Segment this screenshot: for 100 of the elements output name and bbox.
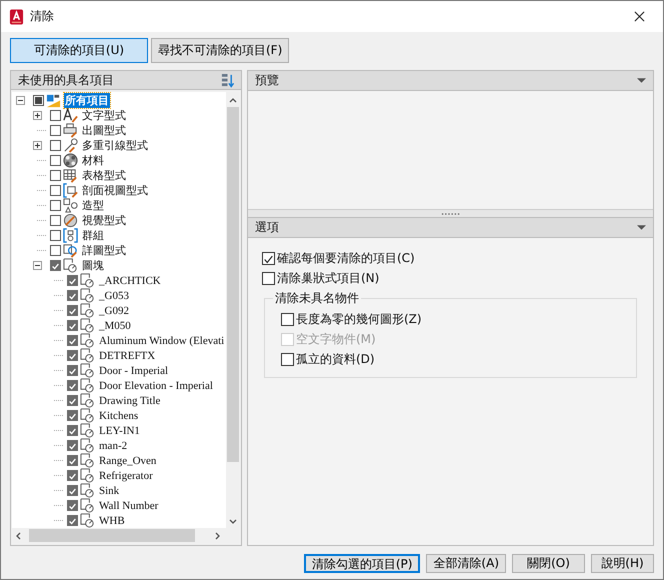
tree-item[interactable]: 剖面視圖型式 xyxy=(81,183,149,198)
collapse-icon[interactable] xyxy=(16,96,25,105)
tree-item[interactable]: Drawing Title xyxy=(98,394,162,406)
tree-item[interactable]: 造型 xyxy=(81,198,105,213)
dialog-button[interactable]: 說明(H) xyxy=(591,554,654,573)
checkbox[interactable] xyxy=(67,395,78,406)
block-icon xyxy=(80,303,95,318)
tree-item[interactable]: LEY-IN1 xyxy=(98,424,141,436)
shapes-icon xyxy=(63,198,78,213)
dialog-button[interactable]: 全部清除(A) xyxy=(426,554,506,573)
scroll-left-icon[interactable] xyxy=(16,532,21,540)
tree-item[interactable]: Wall Number xyxy=(98,500,160,512)
block-icon xyxy=(80,363,95,378)
tree-item[interactable]: 出圖型式 xyxy=(81,123,127,138)
expand-icon[interactable] xyxy=(33,141,42,150)
checkbox[interactable] xyxy=(67,365,78,376)
tree-item[interactable]: 文字型式 xyxy=(81,108,127,123)
dialog-button[interactable]: 清除勾選的項目(P) xyxy=(304,554,420,573)
checkbox-label: 長度為零的幾何圖形(Z) xyxy=(296,310,422,328)
checkbox[interactable] xyxy=(67,440,78,451)
tree-item[interactable]: DETREFTX xyxy=(98,350,156,362)
tree-item[interactable]: Aluminum Window (Elevati xyxy=(98,334,226,346)
checkbox[interactable] xyxy=(67,500,78,511)
block-icon xyxy=(80,393,95,408)
block-icon xyxy=(63,258,78,273)
tree-item[interactable]: Refrigerator xyxy=(98,470,154,482)
checkbox[interactable] xyxy=(67,455,78,466)
checkbox[interactable] xyxy=(67,425,78,436)
checkbox[interactable] xyxy=(67,515,78,526)
checkbox[interactable] xyxy=(50,155,61,166)
scroll-right-icon[interactable] xyxy=(215,532,220,540)
checkbox[interactable] xyxy=(50,230,61,241)
tree-item[interactable]: Door Elevation - Imperial xyxy=(98,380,214,392)
block-icon xyxy=(80,498,95,513)
visual-style-icon xyxy=(63,213,78,228)
tree-item[interactable]: 視覺型式 xyxy=(81,213,127,228)
checkbox[interactable] xyxy=(67,380,78,391)
checkbox[interactable] xyxy=(50,200,61,211)
checkbox[interactable] xyxy=(50,110,61,121)
tree-item[interactable]: Range_Oven xyxy=(98,454,158,466)
printer-icon xyxy=(63,123,78,138)
expand-icon[interactable] xyxy=(33,111,42,120)
sort-icon[interactable] xyxy=(221,72,234,88)
tree-item[interactable]: Sink xyxy=(98,484,120,496)
tab[interactable]: 尋找不可清除的項目(F) xyxy=(151,38,290,63)
tree-item[interactable]: 所有項目 xyxy=(64,93,110,108)
tree-item[interactable]: Kitchens xyxy=(98,410,140,422)
tree-item[interactable]: 表格型式 xyxy=(81,168,127,183)
checkbox[interactable] xyxy=(67,275,78,286)
checkbox[interactable] xyxy=(67,305,78,316)
scroll-down-icon[interactable] xyxy=(229,519,237,524)
window-title: 清除 xyxy=(30,8,55,25)
block-icon xyxy=(80,513,95,528)
close-icon[interactable] xyxy=(634,11,645,22)
drawing-icon xyxy=(46,93,61,108)
tree-item[interactable]: _G092 xyxy=(98,304,130,316)
tree-item[interactable]: _G053 xyxy=(98,290,130,302)
checkbox[interactable] xyxy=(67,350,78,361)
checkbox[interactable] xyxy=(50,170,61,181)
checkbox[interactable] xyxy=(50,125,61,136)
collapse-icon[interactable] xyxy=(33,261,42,270)
scroll-up-icon[interactable] xyxy=(229,98,237,103)
checkbox-label: 空文字物件(M) xyxy=(296,330,376,348)
block-icon xyxy=(80,423,95,438)
tree-item[interactable]: 群組 xyxy=(81,228,105,243)
checkbox[interactable] xyxy=(67,290,78,301)
block-icon xyxy=(80,408,95,423)
block-icon xyxy=(80,273,95,288)
checkbox[interactable] xyxy=(262,252,275,264)
checkbox[interactable] xyxy=(50,185,61,196)
tree-item[interactable]: Door - Imperial xyxy=(98,364,170,376)
dialog-button[interactable]: 關閉(O) xyxy=(512,554,585,573)
tree-item[interactable]: 多重引線型式 xyxy=(81,138,149,153)
checkbox[interactable] xyxy=(50,260,61,271)
tree-item[interactable]: 材料 xyxy=(81,153,105,168)
tree-item[interactable]: 圖塊 xyxy=(81,258,105,273)
checkbox[interactable] xyxy=(67,320,78,331)
tree-item[interactable]: _ARCHTICK xyxy=(98,274,162,286)
tree-item[interactable]: man-2 xyxy=(98,440,128,452)
group-icon xyxy=(63,228,78,243)
tree-item[interactable]: 詳圖型式 xyxy=(81,243,127,258)
checkbox[interactable] xyxy=(281,312,294,326)
checkbox[interactable] xyxy=(50,215,61,226)
checkbox[interactable] xyxy=(67,335,78,346)
checkbox[interactable] xyxy=(50,245,61,256)
app-icon xyxy=(9,8,24,24)
checkbox-label: 清除巢狀式項目(N) xyxy=(277,270,380,286)
tree-item[interactable]: WHB xyxy=(98,514,126,526)
tree-item[interactable]: _M050 xyxy=(98,320,132,332)
block-icon xyxy=(80,348,95,363)
checkbox[interactable] xyxy=(67,470,78,481)
checkbox[interactable] xyxy=(262,272,275,284)
collapse-icon[interactable] xyxy=(637,78,646,84)
panel-title: 選項 xyxy=(255,219,279,236)
collapse-icon[interactable] xyxy=(637,224,646,230)
checkbox[interactable] xyxy=(50,140,61,151)
checkbox[interactable] xyxy=(281,352,294,366)
tab[interactable]: 可清除的項目(U) xyxy=(10,38,148,63)
checkbox[interactable] xyxy=(67,410,78,421)
checkbox[interactable] xyxy=(67,485,78,496)
